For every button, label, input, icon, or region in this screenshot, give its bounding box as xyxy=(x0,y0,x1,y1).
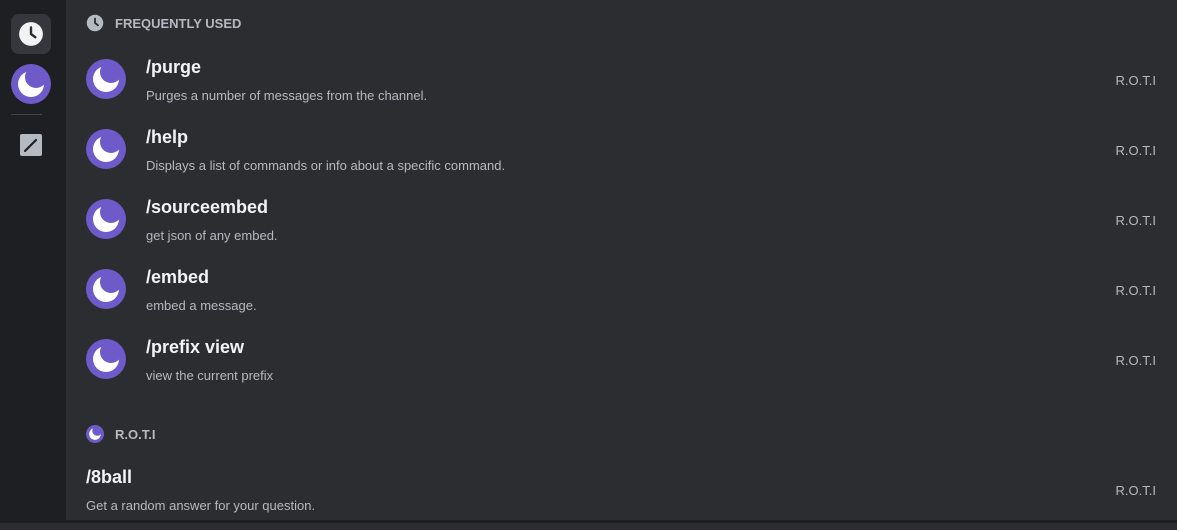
bot-avatar-icon xyxy=(86,129,126,169)
command-row[interactable]: /prefix view view the current prefix R.O… xyxy=(66,330,1177,400)
bot-section-header: R.O.T.I xyxy=(86,424,155,444)
clock-icon xyxy=(19,22,43,46)
command-name: /purge xyxy=(146,57,202,77)
command-source: R.O.T.I xyxy=(1115,143,1156,158)
bot-category-button[interactable] xyxy=(11,64,51,104)
frequently-used-category-button[interactable] xyxy=(11,14,51,54)
section-title: R.O.T.I xyxy=(115,426,156,442)
bot-avatar-icon xyxy=(86,199,126,239)
command-source: R.O.T.I xyxy=(1115,353,1156,368)
frequently-used-header: FREQUENTLY USED xyxy=(86,13,241,33)
command-source: R.O.T.I xyxy=(1115,483,1156,498)
command-list: FREQUENTLY USED /purge Purges a number o… xyxy=(66,0,1177,523)
edit-icon xyxy=(20,134,42,156)
bot-avatar-icon xyxy=(86,269,126,309)
command-row[interactable]: /purge Purges a number of messages from … xyxy=(66,50,1177,120)
bot-avatar-icon xyxy=(86,425,104,443)
command-name: /help xyxy=(146,127,189,147)
command-description: view the current prefix xyxy=(146,368,274,383)
command-description: get json of any embed. xyxy=(146,228,278,243)
command-row[interactable]: /help Displays a list of commands or inf… xyxy=(66,120,1177,190)
category-rail xyxy=(0,0,66,523)
command-name: /sourceembed xyxy=(146,197,269,217)
edit-category-button[interactable] xyxy=(11,125,51,165)
rail-divider xyxy=(11,114,42,115)
command-source: R.O.T.I xyxy=(1115,283,1156,298)
section-title: FREQUENTLY USED xyxy=(115,15,242,31)
bot-avatar-icon xyxy=(11,64,51,104)
command-source: R.O.T.I xyxy=(1115,73,1156,88)
command-description: Displays a list of commands or info abou… xyxy=(146,158,506,173)
command-source: R.O.T.I xyxy=(1115,213,1156,228)
command-description: embed a message. xyxy=(146,298,257,313)
command-row[interactable]: /embed embed a message. R.O.T.I xyxy=(66,260,1177,330)
command-description: Purges a number of messages from the cha… xyxy=(146,88,428,103)
command-name: /8ball xyxy=(86,467,133,487)
command-name: /prefix view xyxy=(146,337,245,357)
bot-avatar-icon xyxy=(86,59,126,99)
clock-icon xyxy=(86,14,104,32)
command-name: /embed xyxy=(146,267,210,287)
command-row[interactable]: /sourceembed get json of any embed. R.O.… xyxy=(66,190,1177,260)
command-description: Get a random answer for your question. xyxy=(86,498,316,513)
bot-avatar-icon xyxy=(86,339,126,379)
